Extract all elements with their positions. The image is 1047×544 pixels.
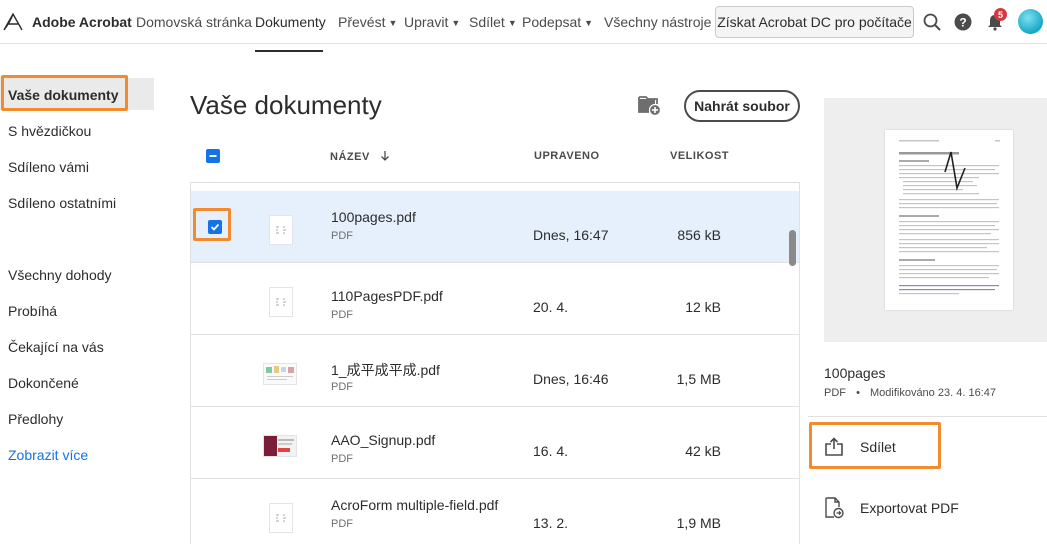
file-type: PDF [331, 453, 353, 465]
highlight-box [193, 208, 231, 241]
active-tab-indicator [255, 50, 323, 52]
highlight-box [809, 422, 941, 469]
sidebar-item-in-progress[interactable]: Probíhá [8, 303, 57, 319]
chevron-down-icon: ▼ [451, 18, 461, 28]
table-row[interactable]: 1_成平成平成.pdf PDF Dnes, 16:46 1,5 MB [191, 335, 799, 407]
meta-separator: • [856, 387, 860, 399]
select-all-checkbox[interactable] [206, 149, 220, 163]
nav-documents[interactable]: Dokumenty [255, 14, 326, 30]
nav-sign[interactable]: Podepsat ▼ [522, 14, 593, 30]
nav-home[interactable]: Domovská stránka [136, 14, 252, 30]
file-name[interactable]: 1_成平成平成.pdf [331, 360, 440, 380]
table-scrollbar[interactable] [789, 230, 796, 266]
sort-descending-icon [381, 151, 390, 161]
nav-share[interactable]: Sdílet ▼ [469, 14, 517, 30]
sidebar-item-shared-by-others[interactable]: Sdíleno ostatními [8, 195, 116, 211]
sidebar-item-shared-by-you[interactable]: Sdíleno vámi [8, 159, 89, 175]
sidebar-item-completed[interactable]: Dokončené [8, 375, 79, 391]
export-pdf-action[interactable]: Exportovat PDF [824, 494, 1024, 522]
sidebar-item-your-documents[interactable]: Vaše dokumenty [8, 87, 119, 103]
page-title: Vaše dokumenty [190, 90, 382, 120]
minus-icon [209, 155, 217, 157]
file-type: PDF [331, 230, 353, 242]
nav-edit-label: Upravit [404, 14, 449, 30]
file-thumbnail [269, 503, 293, 533]
help-button[interactable]: ? [951, 10, 975, 34]
help-icon: ? [954, 13, 972, 31]
column-header-size[interactable]: VELIKOST [670, 150, 729, 162]
table-row[interactable]: 110PagesPDF.pdf PDF 20. 4. 12 kB [191, 263, 799, 335]
sidebar-show-more-link[interactable]: Zobrazit více [8, 447, 88, 463]
table-row[interactable]: AAO_Signup.pdf PDF 16. 4. 42 kB [191, 407, 799, 479]
get-desktop-app-button[interactable]: Získat Acrobat DC pro počítače [715, 6, 914, 38]
file-type: PDF [331, 518, 353, 530]
file-modified: Dnes, 16:47 [533, 227, 609, 243]
documents-table: 100pages.pdf PDF Dnes, 16:47 856 kB 110P… [190, 182, 800, 544]
file-size: 1,5 MB [676, 371, 721, 387]
sidebar-item-starred[interactable]: S hvězdičkou [8, 123, 91, 139]
selected-document-name: 100pages [824, 365, 886, 381]
document-preview-page [885, 130, 1013, 310]
nav-all-tools[interactable]: Všechny nástroje [604, 14, 711, 30]
notification-badge: 5 [994, 8, 1007, 21]
file-modified: Dnes, 16:46 [533, 371, 609, 387]
search-button[interactable] [920, 10, 944, 34]
file-modified: 16. 4. [533, 443, 569, 459]
file-size: 856 kB [677, 227, 721, 243]
modified-value: 23. 4. 16:47 [937, 387, 996, 399]
file-name[interactable]: 110PagesPDF.pdf [331, 288, 443, 304]
selected-document-meta: PDF • Modifikováno 23. 4. 16:47 [824, 387, 996, 399]
chevron-down-icon: ▼ [388, 18, 398, 28]
chevron-down-icon: ▼ [584, 18, 594, 28]
nav-edit[interactable]: Upravit ▼ [404, 14, 460, 30]
table-row[interactable]: AcroForm multiple-field.pdf PDF 13. 2. 1… [191, 479, 799, 544]
file-modified: 20. 4. [533, 299, 569, 315]
file-thumbnail [269, 215, 293, 245]
sidebar-item-templates[interactable]: Předlohy [8, 411, 63, 427]
export-pdf-label: Exportovat PDF [860, 500, 959, 516]
file-name[interactable]: AAO_Signup.pdf [331, 432, 435, 448]
search-icon [923, 13, 941, 31]
export-pdf-icon [825, 497, 844, 519]
column-header-modified[interactable]: UPRAVENO [534, 150, 600, 162]
table-row[interactable]: 100pages.pdf PDF Dnes, 16:47 856 kB [191, 191, 799, 263]
file-type: PDF [331, 309, 353, 321]
svg-text:?: ? [959, 16, 966, 30]
chevron-down-icon: ▼ [507, 18, 517, 28]
app-brand[interactable]: Adobe Acrobat [32, 14, 132, 30]
file-size: 12 kB [685, 299, 721, 315]
notifications-button[interactable]: 5 [983, 8, 1007, 34]
new-folder-icon [638, 96, 662, 117]
file-modified: 13. 2. [533, 515, 569, 531]
panel-divider [808, 416, 1047, 417]
top-navigation-bar: Adobe Acrobat Domovská stránka Dokumenty… [0, 0, 1047, 44]
sidebar-item-all-agreements[interactable]: Všechny dohody [8, 267, 112, 283]
file-thumbnail [263, 435, 297, 457]
file-name[interactable]: AcroForm multiple-field.pdf [331, 497, 498, 513]
file-name[interactable]: 100pages.pdf [331, 209, 416, 225]
sidebar-item-waiting-for-you[interactable]: Čekající na vás [8, 339, 104, 355]
file-type: PDF [331, 381, 353, 393]
nav-convert[interactable]: Převést ▼ [338, 14, 397, 30]
nav-sign-label: Podepsat [522, 14, 582, 30]
column-header-name[interactable]: NÁZEV [330, 150, 390, 163]
upload-file-button[interactable]: Nahrát soubor [684, 90, 800, 122]
file-size: 42 kB [685, 443, 721, 459]
modified-label: Modifikováno [869, 387, 935, 399]
nav-convert-label: Převést [338, 14, 386, 30]
column-header-name-label: NÁZEV [330, 151, 370, 163]
new-folder-button[interactable] [638, 94, 662, 117]
avatar[interactable] [1018, 9, 1043, 34]
adobe-acrobat-logo-icon[interactable] [2, 12, 24, 32]
file-thumbnail [269, 287, 293, 317]
nav-share-label: Sdílet [469, 14, 505, 30]
file-thumbnail [263, 363, 297, 385]
selected-document-type: PDF [824, 387, 846, 399]
file-size: 1,9 MB [676, 515, 721, 531]
